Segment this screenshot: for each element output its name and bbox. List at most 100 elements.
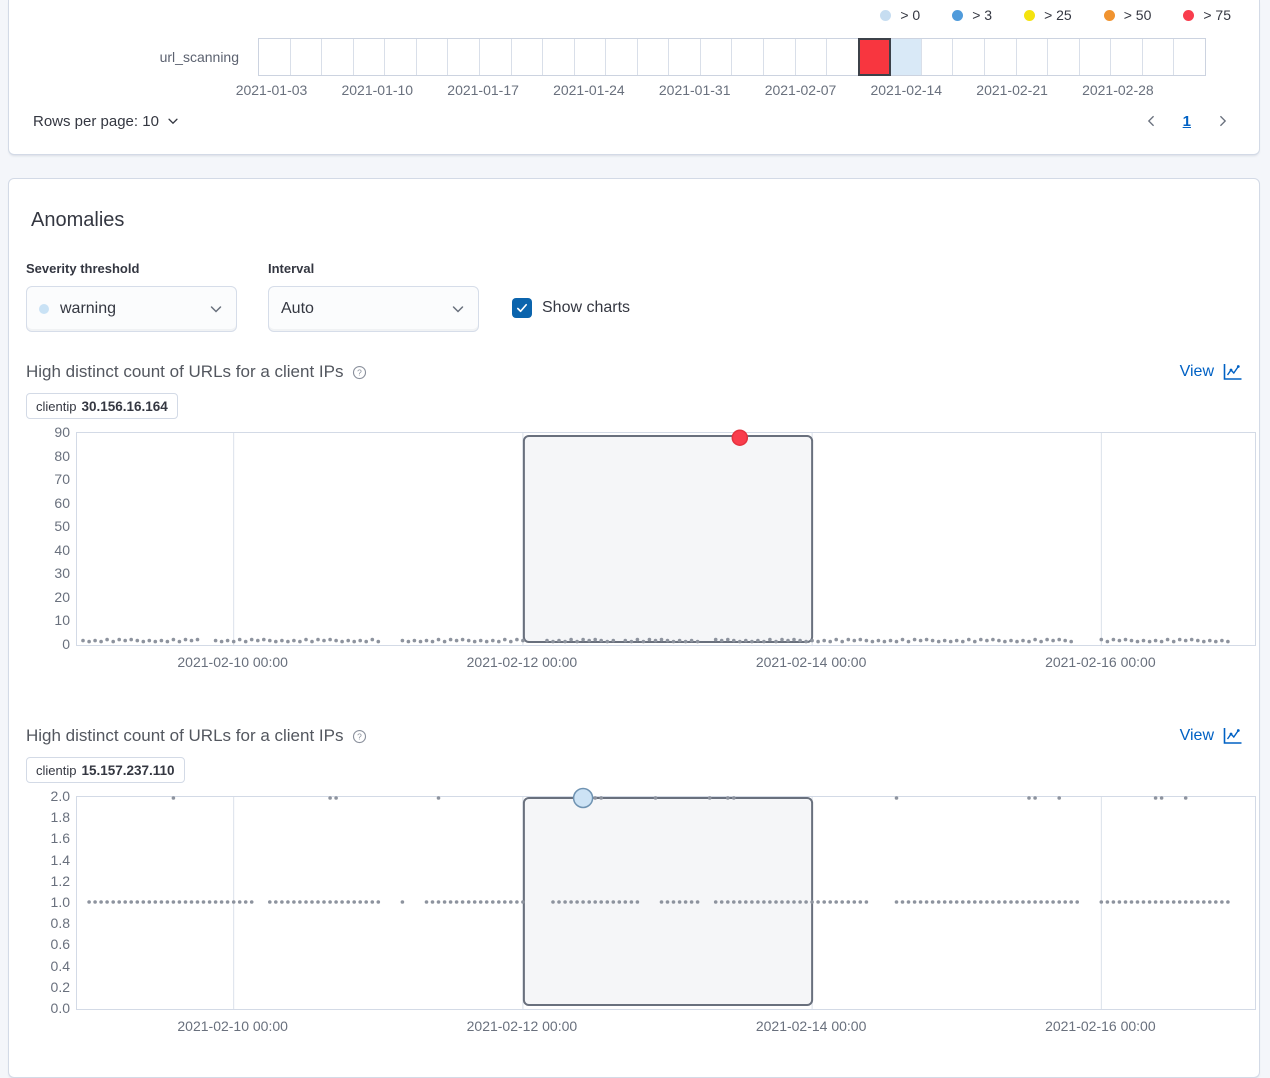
- swimlane-date-label: 2021-01-17: [447, 82, 519, 98]
- chart-dot: [129, 900, 133, 904]
- swimlane-cell[interactable]: [1048, 39, 1080, 75]
- chart-dot: [232, 640, 236, 644]
- x-axis-tick: 2021-02-10 00:00: [177, 654, 288, 670]
- interval-select[interactable]: Auto: [268, 286, 479, 332]
- chart-dot: [148, 639, 152, 643]
- chart-dot: [599, 900, 603, 904]
- swimlane-cell[interactable]: [291, 39, 323, 75]
- swimlane-cell[interactable]: [1111, 39, 1143, 75]
- chart-dot: [1190, 638, 1194, 642]
- chart-dot: [847, 900, 851, 904]
- swimlane-cell[interactable]: [638, 39, 670, 75]
- swimlane-cell[interactable]: [985, 39, 1017, 75]
- chart-dot: [967, 900, 971, 904]
- legend-label: > 25: [1044, 7, 1072, 23]
- chart-dot: [503, 900, 507, 904]
- chart-dot: [1069, 900, 1073, 904]
- swimlane-cell[interactable]: [1017, 39, 1049, 75]
- view-link[interactable]: View: [1180, 727, 1243, 746]
- swimlane-cell[interactable]: [259, 39, 291, 75]
- chevron-down-icon: [208, 301, 224, 317]
- swimlane-cell[interactable]: [1080, 39, 1112, 75]
- chart-dot: [449, 638, 453, 642]
- chart-dot: [853, 900, 857, 904]
- chart-dot: [1202, 900, 1206, 904]
- entity-badge[interactable]: clientip 30.156.16.164: [26, 393, 178, 419]
- chart-dot: [931, 639, 935, 643]
- chart-dot: [925, 900, 929, 904]
- swimlane-cell[interactable]: [922, 39, 954, 75]
- anomaly-marker-warning[interactable]: [574, 789, 593, 808]
- swimlane-cell[interactable]: [385, 39, 417, 75]
- swimlane-cell[interactable]: [480, 39, 512, 75]
- swimlane-cell-low[interactable]: [890, 39, 922, 75]
- severity-threshold-select[interactable]: warning: [26, 286, 237, 332]
- page-number[interactable]: 1: [1179, 113, 1195, 130]
- chart-dot: [485, 640, 489, 644]
- swimlane-cell[interactable]: [1174, 39, 1205, 75]
- swimlane-cell[interactable]: [512, 39, 544, 75]
- selection-brush[interactable]: [524, 436, 812, 642]
- chart-dot: [750, 640, 754, 644]
- chart-dot: [262, 638, 266, 642]
- swimlane-cell[interactable]: [575, 39, 607, 75]
- swimlane-cell[interactable]: [543, 39, 575, 75]
- show-charts-checkbox[interactable]: [512, 298, 532, 318]
- single-metric-viewer-icon: [1222, 727, 1243, 746]
- y-axis-tick: 20: [54, 588, 70, 606]
- swimlane-cell[interactable]: [1143, 39, 1175, 75]
- chart-dot: [334, 639, 338, 643]
- chart-dot: [732, 900, 736, 904]
- chart-dot: [1015, 900, 1019, 904]
- swimlane-cell[interactable]: [322, 39, 354, 75]
- view-link-label: View: [1180, 727, 1214, 745]
- anomaly-marker-critical[interactable]: [732, 430, 747, 445]
- legend-item: > 3: [952, 7, 992, 23]
- help-icon[interactable]: ?: [352, 365, 367, 380]
- chart-dot: [497, 900, 501, 904]
- chart-dot: [618, 900, 622, 904]
- y-axis-tick: 0.6: [51, 935, 70, 953]
- chart-dot: [563, 640, 567, 644]
- swimlane-cell[interactable]: [701, 39, 733, 75]
- rows-per-page-button[interactable]: Rows per page: 10: [33, 113, 180, 130]
- chart-dot: [1033, 900, 1037, 904]
- swimlane-cell[interactable]: [764, 39, 796, 75]
- chart-dot: [358, 900, 362, 904]
- swimlane-cell[interactable]: [827, 39, 859, 75]
- view-link[interactable]: View: [1180, 363, 1243, 382]
- swimlane-cell[interactable]: [669, 39, 701, 75]
- swimlane-cell-critical-selected[interactable]: [859, 39, 891, 75]
- entity-badge[interactable]: clientip 15.157.237.110: [26, 757, 185, 783]
- swimlane-cell[interactable]: [796, 39, 828, 75]
- swimlane-cell[interactable]: [606, 39, 638, 75]
- swimlane-cell[interactable]: [354, 39, 386, 75]
- chart-dot: [244, 640, 248, 644]
- chart-dot: [449, 900, 453, 904]
- chart-dot: [865, 900, 869, 904]
- chart-dot: [865, 639, 869, 643]
- chart-plot-area: [76, 432, 1256, 646]
- chart-dot: [111, 900, 115, 904]
- chart-dot: [99, 640, 103, 644]
- swimlane-cell[interactable]: [732, 39, 764, 75]
- chart-dot: [973, 900, 977, 904]
- help-icon[interactable]: ?: [352, 729, 367, 744]
- chart-dot: [690, 639, 694, 643]
- swimlane-cell[interactable]: [417, 39, 449, 75]
- chart-dot: [624, 900, 628, 904]
- legend-item: > 50: [1104, 7, 1152, 23]
- chart-dot: [1154, 796, 1158, 800]
- warning-severity-dot-icon: [39, 304, 49, 314]
- chart-dot: [340, 640, 344, 644]
- chart-dot: [913, 900, 917, 904]
- swimlane-cell[interactable]: [448, 39, 480, 75]
- chart-dot: [696, 640, 700, 644]
- y-axis-tick: 2.0: [51, 787, 70, 805]
- chart-dot: [1100, 900, 1104, 904]
- next-page-button[interactable]: [1211, 109, 1235, 133]
- previous-page-button[interactable]: [1139, 109, 1163, 133]
- swimlane-cell[interactable]: [953, 39, 985, 75]
- chart-dot: [226, 639, 230, 643]
- chart-dot: [834, 638, 838, 642]
